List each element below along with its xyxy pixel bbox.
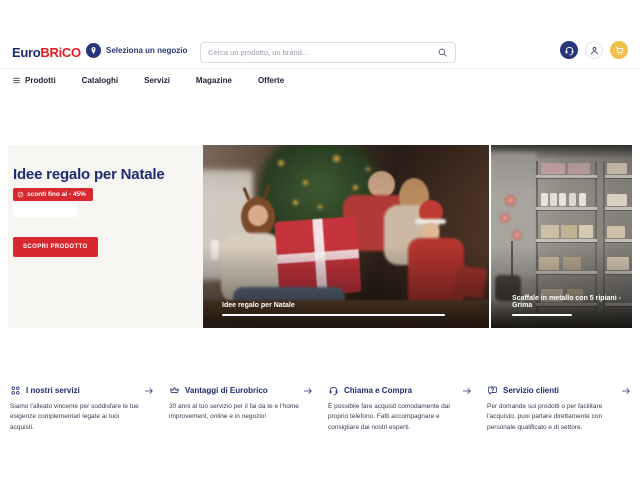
arrow-right-icon: [303, 386, 313, 396]
service-link[interactable]: Chiama e Compra: [328, 385, 472, 396]
service-title: Vantaggi di Eurobrico: [185, 386, 298, 395]
headset-icon: [564, 45, 575, 56]
account-button[interactable]: [585, 41, 603, 59]
service-description: Per domande sui prodotti o per facilitar…: [487, 402, 631, 433]
search-icon[interactable]: [437, 47, 448, 58]
header-divider: [0, 68, 640, 69]
discount-badge-label: sconti fino al - 45%: [27, 191, 86, 198]
logo[interactable]: EuroBRiCO: [12, 45, 81, 60]
service-link[interactable]: I nostri servizi: [10, 385, 154, 396]
service-title: I nostri servizi: [26, 386, 139, 395]
nav-item-label: Offerte: [258, 76, 284, 85]
nav-item-prodotti[interactable]: Prodotti: [12, 76, 56, 85]
grid-dots-icon: [10, 385, 21, 396]
discover-product-button[interactable]: SCOPRI PRODOTTO: [13, 237, 98, 257]
menu-icon: [12, 76, 21, 85]
services-section: I nostri servizi Siamo l'alleato vincent…: [10, 385, 632, 433]
hero-slide-shelf[interactable]: Scaffale in metallo con 5 ripiani - Grim…: [491, 145, 632, 328]
cart-button[interactable]: [610, 41, 628, 59]
arrow-right-icon: [621, 386, 631, 396]
slide-progress-bar: [222, 314, 445, 316]
logo-text-euro: Euro: [12, 45, 40, 60]
service-link[interactable]: Vantaggi di Eurobrico: [169, 385, 313, 396]
service-card-vantaggi: Vantaggi di Eurobrico 30 anni al tuo ser…: [169, 385, 313, 433]
search-bar: [200, 42, 456, 63]
service-link[interactable]: Servizio clienti: [487, 385, 631, 396]
service-description: 30 anni al tuo servizio per il fai da te…: [169, 402, 313, 423]
headset-icon: [328, 385, 339, 396]
nav-item-label: Magazine: [196, 76, 232, 85]
hero-title: Idee regalo per Natale: [13, 166, 165, 183]
user-icon: [589, 45, 600, 56]
cart-icon: [614, 45, 625, 56]
nav-item-label: Cataloghi: [82, 76, 118, 85]
nav-item-cataloghi[interactable]: Cataloghi: [82, 76, 118, 85]
discount-badge: sconti fino al - 45%: [13, 188, 93, 201]
nav-item-servizi[interactable]: Servizi: [144, 76, 170, 85]
location-pin-icon: [86, 43, 101, 58]
arrow-right-icon: [462, 386, 472, 396]
service-card-servizio-clienti: Servizio clienti Per domande sui prodott…: [487, 385, 631, 433]
service-title: Servizio clienti: [503, 386, 616, 395]
service-card-chiama-e-compra: Chiama e Compra È possibile fare acquist…: [328, 385, 472, 433]
header-actions: [560, 41, 628, 59]
main-nav: Prodotti Cataloghi Servizi Magazine Offe…: [12, 74, 284, 86]
nav-item-label: Prodotti: [25, 76, 56, 85]
slide-caption: Scaffale in metallo con 5 ripiani - Grim…: [512, 295, 632, 309]
slide-progress-bar: [512, 314, 572, 316]
slide-gradient-overlay: [203, 145, 489, 328]
service-title: Chiama e Compra: [344, 386, 457, 395]
hero-section: Idee regalo per Natale sconti fino al - …: [8, 145, 632, 328]
header: EuroBRiCO Seleziona un negozio: [8, 38, 632, 68]
logo-text-brico: BRiCO: [40, 45, 80, 60]
hero-secondary-badge: [13, 202, 77, 217]
hero-text-panel: Idee regalo per Natale sconti fino al - …: [8, 145, 203, 328]
arrow-right-icon: [144, 386, 154, 396]
service-description: Siamo l'alleato vincente per soddisfare …: [10, 402, 154, 433]
slide-caption: Idee regalo per Natale: [222, 302, 295, 309]
nav-item-magazine[interactable]: Magazine: [196, 76, 232, 85]
percent-circle-icon: [17, 191, 24, 198]
store-selector-label: Seleziona un negozio: [106, 46, 187, 55]
chat-question-icon: [487, 385, 498, 396]
store-selector[interactable]: Seleziona un negozio: [86, 43, 187, 58]
service-card-nostri-servizi: I nostri servizi Siamo l'alleato vincent…: [10, 385, 154, 433]
service-description: È possibile fare acquisti comodamente da…: [328, 402, 472, 433]
support-button[interactable]: [560, 41, 578, 59]
nav-item-offerte[interactable]: Offerte: [258, 76, 284, 85]
nav-item-label: Servizi: [144, 76, 170, 85]
hero-slide-christmas[interactable]: Idee regalo per Natale: [203, 145, 489, 328]
crown-icon: [169, 385, 180, 396]
search-input[interactable]: [208, 48, 437, 57]
